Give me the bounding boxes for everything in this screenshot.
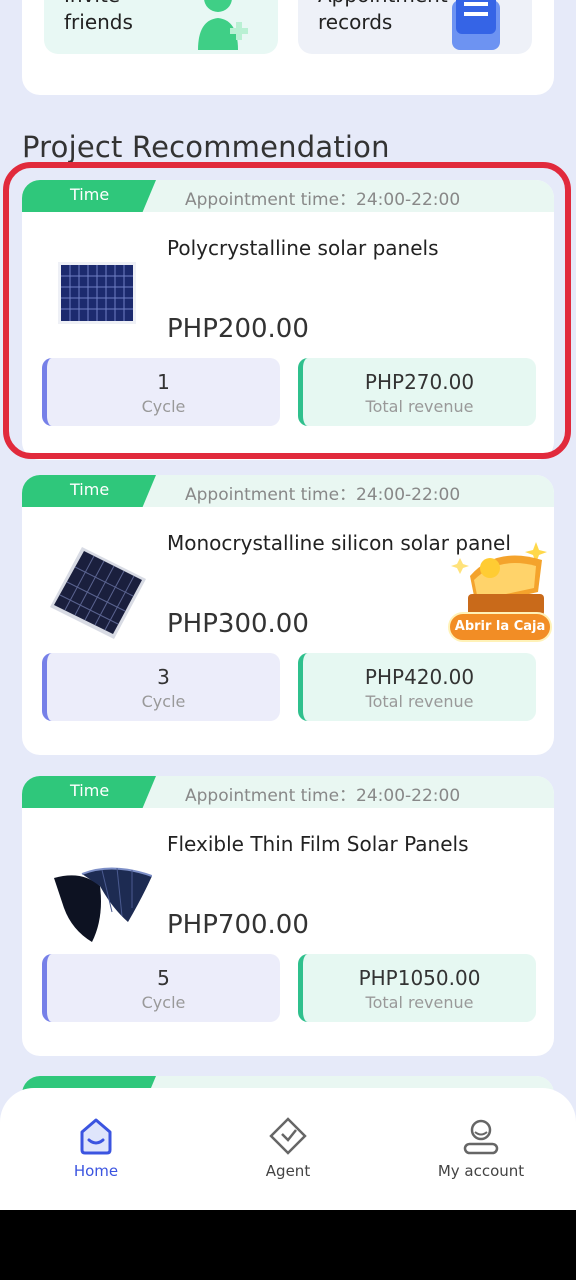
flexible-panel-image <box>54 867 152 942</box>
time-tag: Time <box>22 475 156 507</box>
system-bar <box>0 1210 576 1280</box>
time-tag: Time <box>22 776 156 808</box>
product-price: PHP700.00 <box>167 910 309 940</box>
revenue-label: Total revenue <box>365 993 474 1012</box>
product-name: Flexible Thin Film Solar Panels <box>167 832 469 856</box>
appointment-time: Appointment time：24:00-22:00 <box>185 786 461 806</box>
nav-agent[interactable]: Agent <box>228 1116 348 1180</box>
nav-home[interactable]: Home <box>36 1116 156 1180</box>
home-icon <box>80 1118 112 1155</box>
revenue-value: PHP1050.00 <box>358 966 481 990</box>
appointment-records-tile[interactable]: Appointment records <box>298 0 532 54</box>
invite-friends-tile[interactable]: Invite friends <box>44 0 278 54</box>
invite-friends-label: Invite friends <box>64 0 133 34</box>
bottom-nav: Home Agent My account <box>0 1088 576 1210</box>
person-add-icon <box>198 0 248 50</box>
section-title: Project Recommendation <box>22 130 390 164</box>
open-box-promo[interactable]: Abrir la Caja <box>446 536 556 648</box>
monocrystalline-panel-image <box>50 547 146 639</box>
time-tag-label: Time <box>70 480 110 499</box>
highlight-frame <box>3 162 571 459</box>
product-card[interactable]: Time Appointment time：24:00-22:00 Flexib… <box>22 776 554 1056</box>
card-header: Time Appointment time：24:00-22:00 <box>22 475 554 507</box>
cycle-value: 5 <box>157 966 170 990</box>
revenue-label: Total revenue <box>365 692 474 711</box>
cycle-label: Cycle <box>141 993 186 1012</box>
nav-my-account[interactable]: My account <box>421 1116 541 1180</box>
revenue-value: PHP420.00 <box>364 665 475 689</box>
open-box-button[interactable]: Abrir la Caja <box>448 612 552 642</box>
cycle-value: 3 <box>157 665 170 689</box>
account-icon <box>463 1119 499 1155</box>
cycle-box: 3 Cycle <box>42 653 280 721</box>
product-price: PHP300.00 <box>167 609 309 639</box>
appointment-time: Appointment time：24:00-22:00 <box>185 485 461 505</box>
revenue-box: PHP1050.00 Total revenue <box>298 954 536 1022</box>
time-tag-label: Time <box>70 781 110 800</box>
revenue-box: PHP420.00 Total revenue <box>298 653 536 721</box>
cycle-box: 5 Cycle <box>42 954 280 1022</box>
cycle-label: Cycle <box>141 692 186 711</box>
nav-home-label: Home <box>73 1162 119 1180</box>
card-header: Time Appointment time：24:00-22:00 <box>22 776 554 808</box>
nav-my-account-label: My account <box>437 1162 525 1180</box>
agent-icon <box>269 1117 307 1155</box>
clipboard-icon <box>452 0 500 50</box>
nav-agent-label: Agent <box>265 1162 311 1180</box>
quick-actions-card: Invite friends Appointment records <box>22 0 554 95</box>
appointment-records-label: Appointment records <box>318 0 448 34</box>
